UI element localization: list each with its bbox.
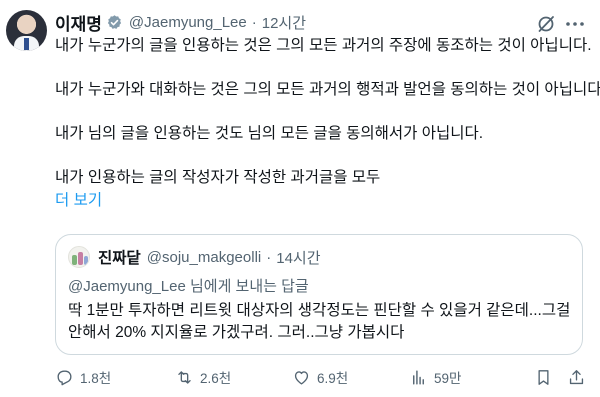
retweet-button[interactable]: 2.6천 [175, 366, 231, 388]
like-button[interactable]: 6.9천 [292, 366, 348, 388]
author-name[interactable]: 이재명 [55, 10, 102, 35]
retweet-icon [178, 370, 191, 384]
tweet-paragraph: 내가 누군가와 대화하는 것은 그의 모든 과거의 행적과 발언을 동의하는 것… [55, 81, 600, 98]
heart-icon [294, 370, 309, 385]
action-bar: 1.8천 2.6천 6.9천 59만 [55, 366, 590, 388]
share-icon [569, 369, 584, 384]
reply-button[interactable]: 1.8천 [55, 366, 111, 388]
reply-to-handle[interactable]: @Jaemyung_Lee [68, 278, 186, 295]
reply-context: @Jaemyung_Lee 님에게 보내는 답글 [68, 275, 309, 296]
tweet-paragraph: 내가 님의 글을 인용하는 것도 님의 모든 글을 동의해서가 아닙니다. [55, 125, 484, 142]
avatar-tie [24, 38, 29, 50]
quoted-line: 딱 1분만 투자하면 리트윗 대상자의 생각정도는 핀단할 수 있을거 같은데.… [68, 302, 571, 319]
quoted-line: 안해서 20% 지지율로 가겠구려. 그러..그냥 가봅시다 [68, 324, 405, 341]
quoted-header: 진짜닽 @soju_makgeolli · 14시간 [98, 246, 321, 268]
quoted-text: 딱 1분만 투자하면 리트윗 대상자의 생각정도는 핀단할 수 있을거 같은데.… [68, 300, 573, 344]
tweet-paragraph: 내가 인용하는 글의 작성자가 작성한 과거글을 모두 [55, 169, 381, 186]
quoted-tweet[interactable]: 진짜닽 @soju_makgeolli · 14시간 @Jaemyung_Lee… [55, 234, 583, 355]
like-count: 6.9천 [317, 371, 349, 386]
tweet-body: 내가 누군가의 글을 인용하는 것은 그의 모든 과거의 주장에 동조하는 것이… [55, 35, 600, 212]
views-button[interactable]: 59만 [409, 366, 461, 388]
views-chart-icon [413, 369, 424, 385]
retweet-count: 2.6천 [200, 371, 232, 386]
bookmark-icon [538, 369, 549, 385]
bookmark-button[interactable] [534, 366, 559, 388]
tweet-paragraph: 내가 누군가의 글을 인용하는 것은 그의 모든 과거의 주장에 동조하는 것이… [55, 37, 592, 54]
view-count: 59만 [434, 371, 462, 386]
quoted-author-name[interactable]: 진짜닽 [98, 246, 141, 268]
quoted-author-avatar[interactable] [68, 246, 90, 268]
reply-count: 1.8천 [80, 371, 112, 386]
separator-dot: · [251, 13, 257, 31]
reply-suffix: 님에게 보내는 답글 [185, 278, 309, 295]
show-more-link[interactable]: 더 보기 [55, 190, 590, 212]
reply-icon [57, 369, 72, 385]
tweet-header: 이재명 @Jaemyung_Lee · 12시간 [55, 10, 306, 35]
quoted-post-time[interactable]: 14시간 [276, 247, 320, 268]
author-avatar[interactable] [6, 10, 47, 51]
author-handle[interactable]: @Jaemyung_Lee [129, 14, 247, 31]
quoted-author-handle[interactable]: @soju_makgeolli [147, 249, 261, 266]
share-button[interactable] [567, 366, 592, 388]
separator-dot: · [266, 248, 272, 266]
verified-badge-icon [106, 14, 123, 31]
post-time[interactable]: 12시간 [262, 12, 306, 33]
